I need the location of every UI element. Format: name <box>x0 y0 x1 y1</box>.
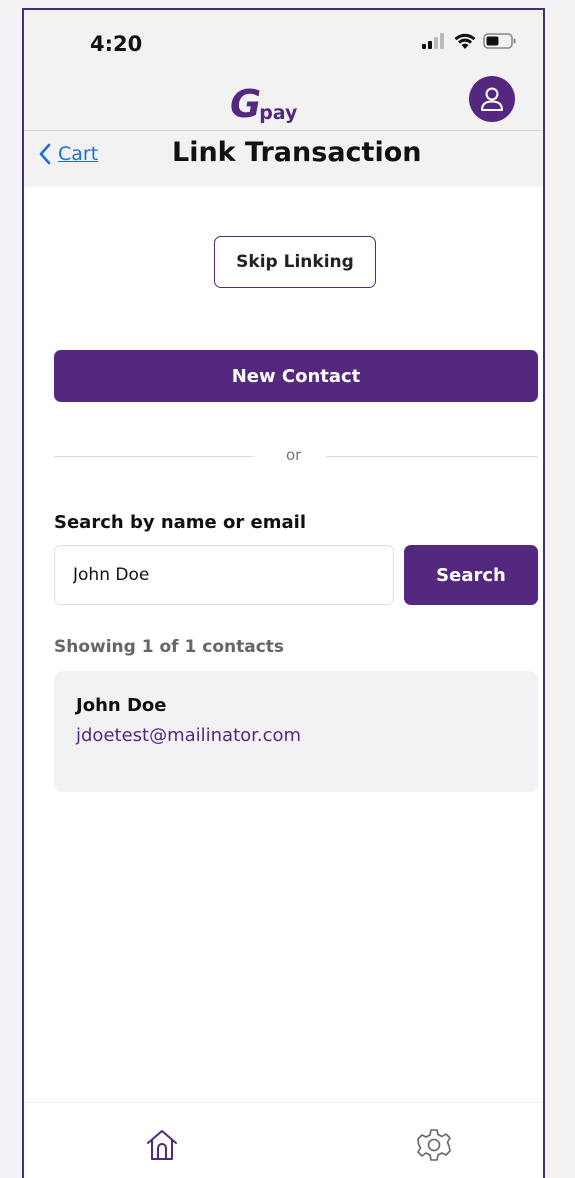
search-label: Search by name or email <box>54 512 306 533</box>
wifi-icon <box>454 33 476 49</box>
divider-line-right <box>326 456 538 457</box>
profile-avatar-button[interactable] <box>469 76 515 122</box>
logo-mark: G <box>230 82 262 126</box>
settings-tab[interactable] <box>414 1125 454 1165</box>
search-input[interactable] <box>54 545 394 605</box>
cellular-signal-icon <box>422 33 444 49</box>
back-label: Cart <box>58 143 99 165</box>
nav-bar: Cart Link Transaction <box>24 131 543 187</box>
bottom-tab-bar <box>24 1102 543 1178</box>
contact-result-card[interactable]: John Doe jdoetest@mailinator.com <box>54 671 538 792</box>
status-time: 4:20 <box>90 32 143 56</box>
phone-frame: 4:20 G pay Cart Link Transaction Skip Li… <box>22 8 545 1178</box>
status-bar: 4:20 <box>24 10 543 78</box>
chevron-left-icon <box>39 143 51 165</box>
new-contact-button[interactable]: New Contact <box>54 350 538 402</box>
logo-text: pay <box>259 102 298 124</box>
home-icon <box>147 1130 177 1160</box>
contact-email: jdoetest@mailinator.com <box>76 725 302 746</box>
divider-or-label: or <box>286 446 302 464</box>
skip-linking-button[interactable]: Skip Linking <box>214 236 376 288</box>
user-icon <box>481 87 503 111</box>
gpay-logo: G pay <box>230 82 298 126</box>
results-count: Showing 1 of 1 contacts <box>54 637 285 657</box>
back-to-cart-link[interactable]: Cart <box>38 143 98 165</box>
app-header: G pay <box>24 76 543 131</box>
battery-icon <box>483 33 516 49</box>
or-divider: or <box>54 446 538 466</box>
home-tab[interactable] <box>142 1125 182 1165</box>
gear-icon <box>417 1129 451 1161</box>
contact-name: John Doe <box>76 695 167 716</box>
search-button[interactable]: Search <box>404 545 538 605</box>
status-icons <box>421 32 517 50</box>
divider-line-left <box>54 456 254 457</box>
page-title: Link Transaction <box>172 137 422 168</box>
